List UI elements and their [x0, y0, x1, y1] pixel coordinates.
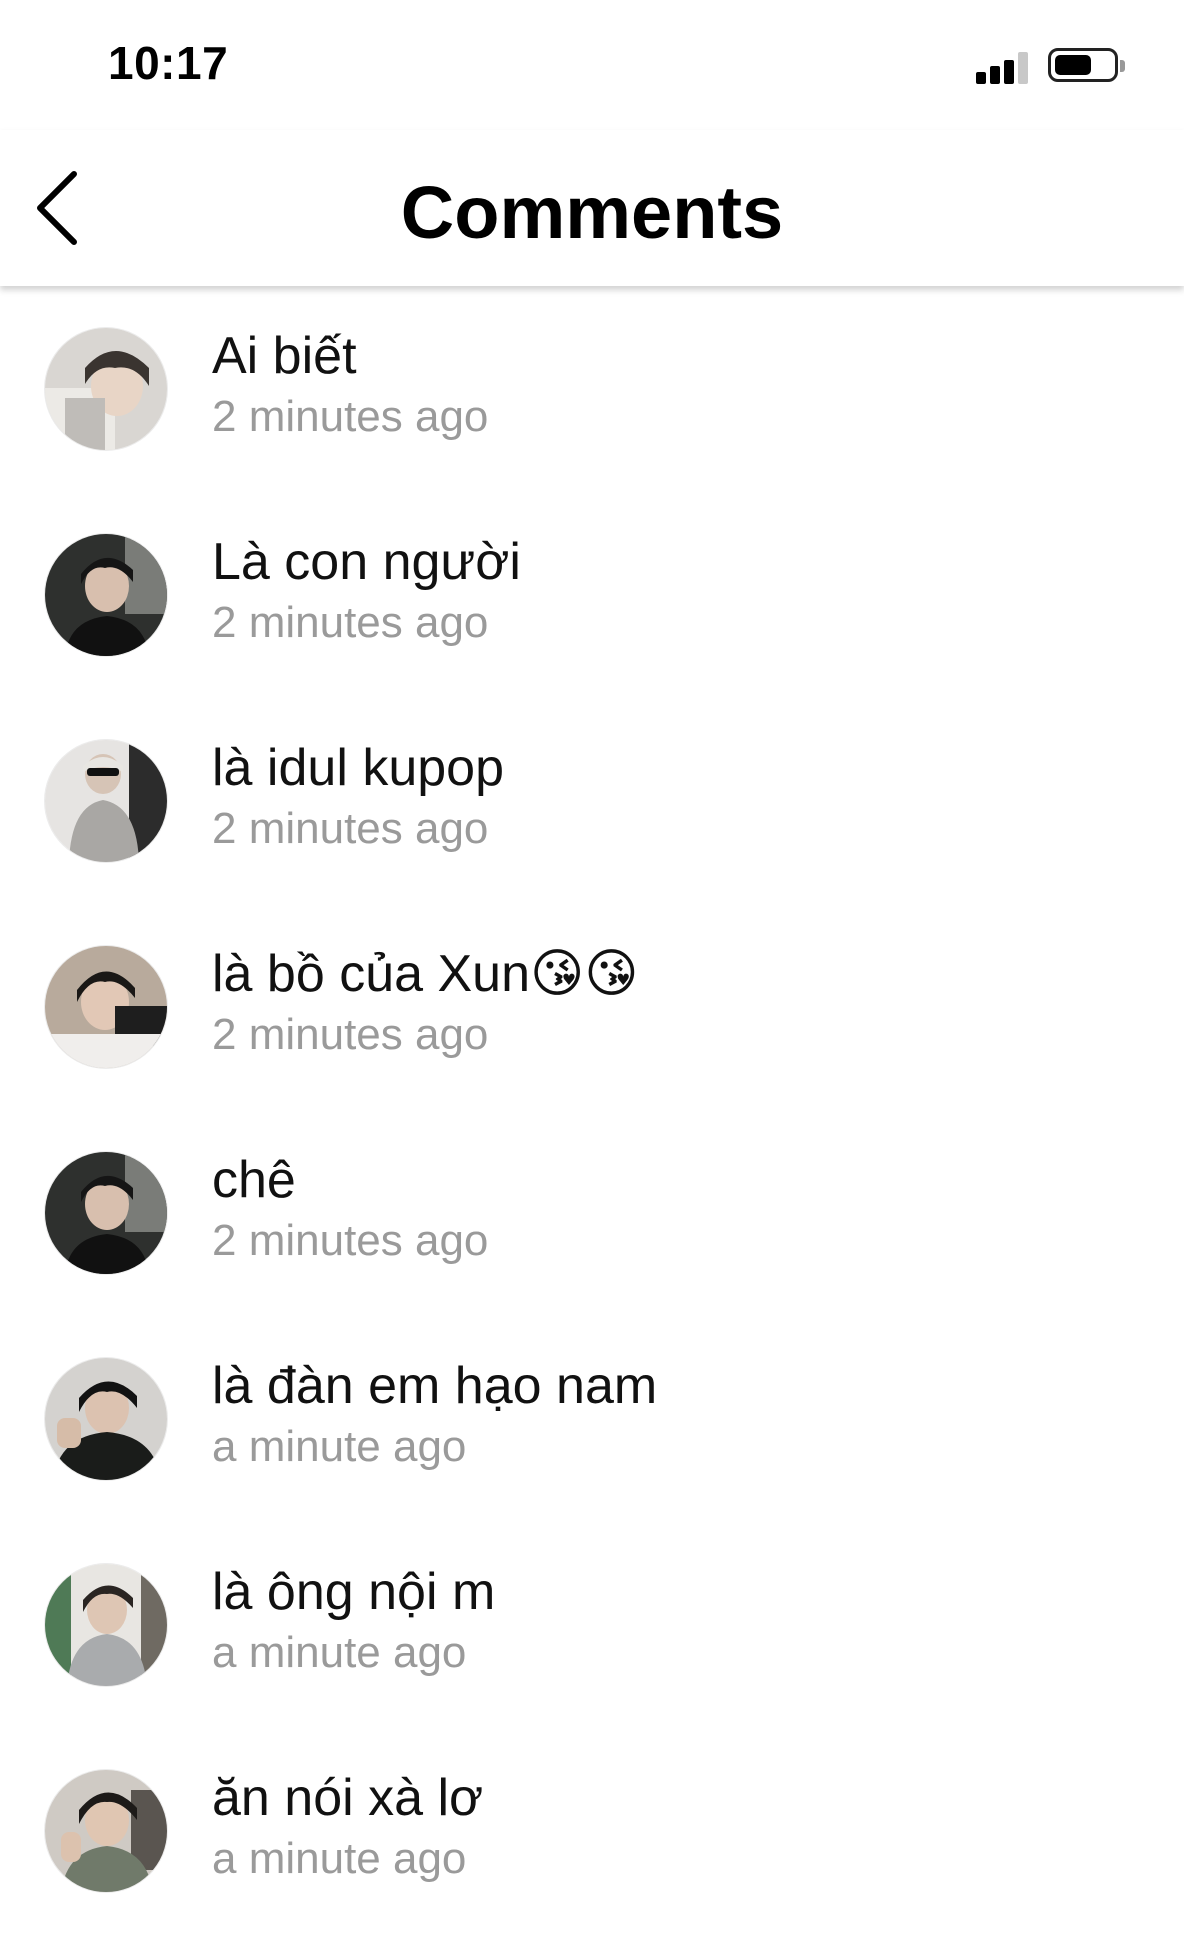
- comment-item[interactable]: Ai biết 2 minutes ago: [0, 286, 1184, 492]
- comment-item[interactable]: là ông nội m a minute ago: [0, 1522, 1184, 1728]
- page-title: Comments: [400, 171, 784, 254]
- comment-item[interactable]: là bồ của Xun😘😘 2 minutes ago: [0, 904, 1184, 1110]
- comment-item[interactable]: chê 2 minutes ago: [0, 1110, 1184, 1316]
- comment-timestamp: 2 minutes ago: [212, 392, 489, 441]
- comment-item[interactable]: Là con người 2 minutes ago: [0, 492, 1184, 698]
- comment-item[interactable]: là idul kupop 2 minutes ago: [0, 698, 1184, 904]
- comment-item[interactable]: là đàn em hạo nam a minute ago: [0, 1316, 1184, 1522]
- avatar[interactable]: [45, 1152, 167, 1274]
- avatar[interactable]: [45, 946, 167, 1068]
- comment-text: là đàn em hạo nam: [212, 1357, 658, 1415]
- comment-text: Là con người: [212, 533, 521, 591]
- avatar[interactable]: [45, 740, 167, 862]
- comment-timestamp: 2 minutes ago: [212, 598, 489, 647]
- comment-text: là ông nội m: [212, 1563, 496, 1621]
- avatar[interactable]: [45, 534, 167, 656]
- avatar[interactable]: [45, 1564, 167, 1686]
- comment-text: là bồ của Xun😘😘: [212, 945, 639, 1003]
- comments-header: Comments: [0, 130, 1184, 286]
- comment-text: là idul kupop: [212, 739, 504, 797]
- comment-text: ăn nói xà lơ: [212, 1769, 484, 1827]
- status-bar: 10:17: [0, 0, 1184, 130]
- comment-timestamp: a minute ago: [212, 1422, 467, 1471]
- avatar[interactable]: [45, 1358, 167, 1480]
- battery-icon: [1048, 48, 1125, 82]
- comment-timestamp: a minute ago: [212, 1834, 467, 1883]
- comment-item[interactable]: ăn nói xà lơ a minute ago: [0, 1728, 1184, 1934]
- avatar[interactable]: [45, 328, 167, 450]
- comment-timestamp: 2 minutes ago: [212, 1216, 489, 1265]
- comment-list: Ai biết 2 minutes ago Là con người 2 min…: [0, 286, 1184, 1934]
- comment-timestamp: a minute ago: [212, 1628, 467, 1677]
- comment-text: chê: [212, 1151, 296, 1209]
- comment-timestamp: 2 minutes ago: [212, 804, 489, 853]
- cellular-signal-icon: [976, 52, 1032, 84]
- comment-text: Ai biết: [212, 327, 357, 385]
- status-time: 10:17: [108, 37, 229, 89]
- comment-timestamp: 2 minutes ago: [212, 1010, 489, 1059]
- avatar[interactable]: [45, 1770, 167, 1892]
